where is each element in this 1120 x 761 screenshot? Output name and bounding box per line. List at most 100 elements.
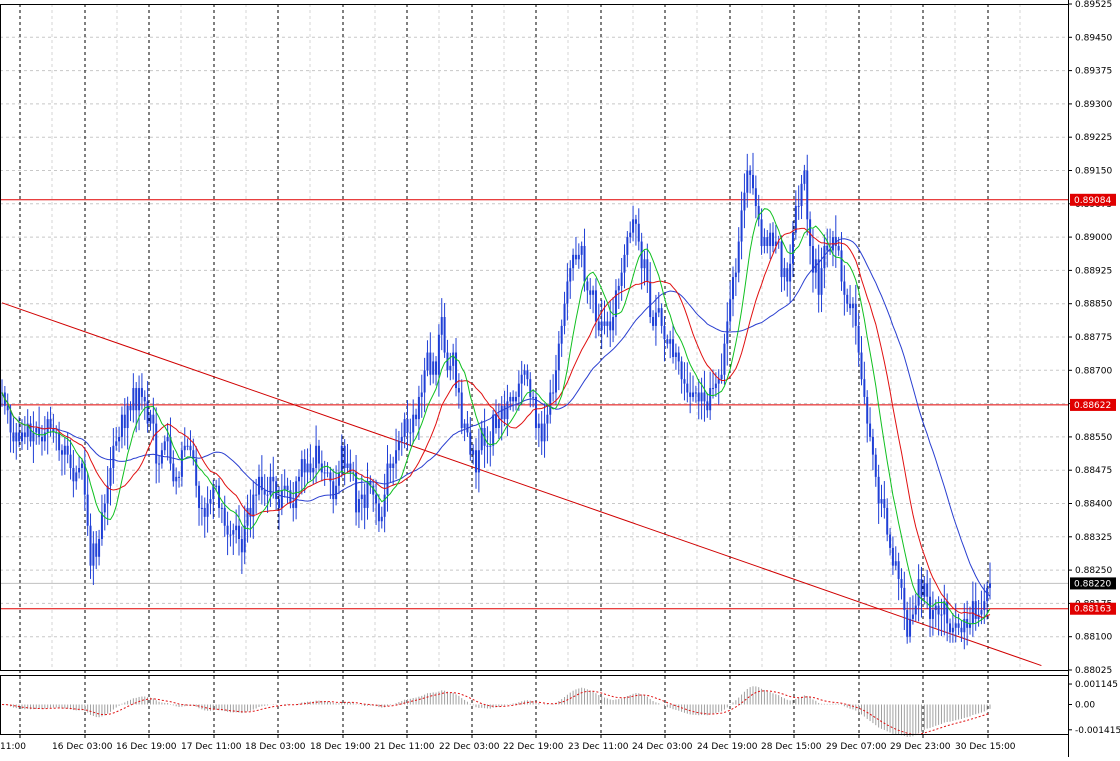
candle-body [112,445,115,468]
candle-body [429,352,432,375]
candle-body [749,170,752,175]
candle-body [603,321,606,326]
candle-body [766,237,769,246]
candle-body [560,325,563,344]
candle-body [817,259,820,295]
candle-body [463,423,466,429]
grid-layer [0,4,1068,670]
candle-body [9,410,12,433]
candle-body [789,263,792,282]
candle-body [637,223,640,242]
candle-body [674,352,677,357]
time-tick-label: 16 Dec 19:00 [116,742,177,752]
candle-body [563,303,566,326]
candle-body [846,294,849,304]
candle-body [172,463,175,482]
candle-body [397,441,400,451]
candle-body [663,325,666,340]
candle-body [694,392,697,394]
candle-body [680,361,683,380]
candle-body [574,254,577,260]
candle-body [360,494,363,500]
candle-body [138,388,141,411]
oscillator-tick-label: -0.001415 [1075,726,1120,736]
candle-body [80,463,83,468]
price-axis[interactable]: 0.89525 0.89450 0.89375 0.89300 0.89225 0.891… [1068,0,1120,736]
price-tick-label: 0.88025 [1075,666,1112,676]
candle-body [183,445,186,451]
candle-body [534,396,537,429]
candle-body [306,463,309,473]
candle-body [877,476,880,504]
candle-body [594,290,597,322]
candle-body [557,343,560,371]
candle-body [891,547,894,566]
candle-body [155,423,158,464]
candle-body [929,596,932,619]
candle-body [743,192,746,211]
candle-body [706,401,709,411]
candle-body [135,388,138,411]
candle-body [869,423,872,437]
time-tick-label: 16 Dec 03:00 [52,742,113,752]
candle-body [203,507,206,517]
candle-body [797,206,800,208]
candle-body [220,507,223,509]
candle-body [820,268,823,295]
candle-body [954,623,957,628]
candle-body [769,232,772,246]
candle-body [309,463,312,473]
price-tick-label: 0.88475 [1075,466,1112,476]
candle-body [472,450,475,455]
candle-body [149,414,152,424]
candle-body [897,561,900,579]
candle-body [906,610,909,637]
candle-body [475,450,478,473]
candle-body [357,499,360,513]
candle-body [600,321,603,331]
candle-body [617,285,620,291]
candle-body [323,472,326,474]
candle-body [103,503,106,513]
candle-body [432,361,435,375]
price-tick-label: 0.89525 [1075,0,1112,10]
candle-body [503,405,506,420]
candle-body [851,303,854,309]
candle-body [180,450,183,477]
candle-body [63,445,66,455]
candle-body [60,450,63,455]
candle-body [554,370,557,393]
price-tick-label: 0.88550 [1075,433,1112,443]
candle-body [923,583,926,597]
price-tick-label: 0.88850 [1075,300,1112,310]
candle-body [440,317,443,335]
candle-body [178,476,181,478]
candle-body [623,254,626,273]
candle-body [586,281,589,291]
candle-body [889,534,892,548]
candle-body [934,605,937,611]
candle-body [837,245,840,251]
candle-body [18,432,21,442]
candle-body [238,525,241,540]
candle-body [186,445,189,447]
candle-body [589,290,592,295]
candle-body [118,436,121,442]
trendline[interactable] [1,302,1042,667]
candle-body [620,272,623,286]
candle-body [597,321,600,331]
candle-body [20,432,23,442]
candle-body [911,614,914,619]
candle-body [129,405,132,411]
candle-body [657,308,660,313]
candle-body [629,232,632,238]
candle-body [140,388,143,397]
candle-body [209,499,212,504]
candle-body [517,383,520,397]
time-axis[interactable]: 11:00 16 Dec 03:00 16 Dec 19:00 17 Dec 11:0… [0,734,1016,752]
trendline-layer [1,302,1042,667]
candle-body [263,490,266,495]
candle-body [614,290,617,318]
candle-body [252,494,255,517]
candle-body [803,170,806,184]
